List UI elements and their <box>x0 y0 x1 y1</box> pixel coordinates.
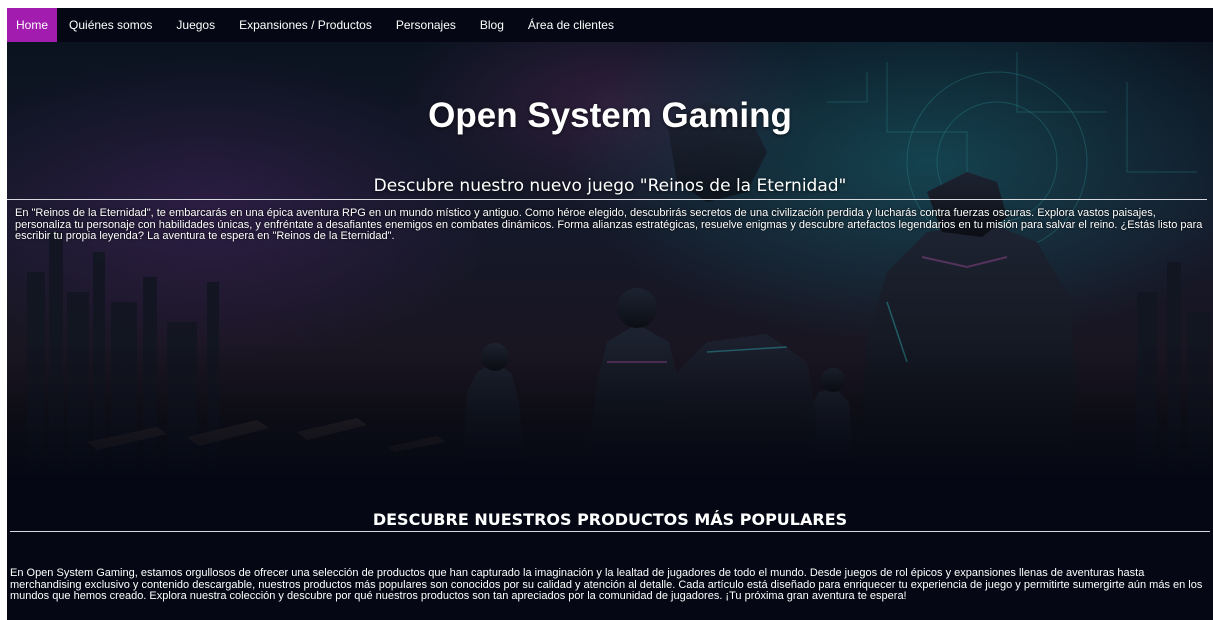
page-title: Open System Gaming <box>428 96 792 135</box>
hero-divider <box>7 199 1207 200</box>
hero-subtitle: Descubre nuestro nuevo juego "Reinos de … <box>373 176 847 196</box>
nav-item-personajes[interactable]: Personajes <box>384 8 468 42</box>
hero-description: En "Reinos de la Eternidad", te embarcar… <box>15 207 1203 242</box>
page: Home Quiénes somos Juegos Expansiones / … <box>7 8 1213 620</box>
nav-item-quienes-somos[interactable]: Quiénes somos <box>57 8 164 42</box>
nav-item-juegos[interactable]: Juegos <box>164 8 227 42</box>
products-title: DESCUBRE NUESTROS PRODUCTOS MÁS POPULARE… <box>372 510 848 529</box>
nav-item-area-de-clientes[interactable]: Área de clientes <box>516 8 626 42</box>
products-description: En Open System Gaming, estamos orgulloso… <box>10 567 1203 602</box>
hero-section: Open System Gaming Descubre nuestro nuev… <box>7 42 1213 476</box>
products-divider <box>10 531 1210 532</box>
products-section: DESCUBRE NUESTROS PRODUCTOS MÁS POPULARE… <box>7 476 1213 620</box>
nav-item-expansiones-productos[interactable]: Expansiones / Productos <box>227 8 384 42</box>
nav-item-home[interactable]: Home <box>7 8 58 42</box>
main-nav: Home Quiénes somos Juegos Expansiones / … <box>7 8 1213 42</box>
nav-item-blog[interactable]: Blog <box>468 8 516 42</box>
